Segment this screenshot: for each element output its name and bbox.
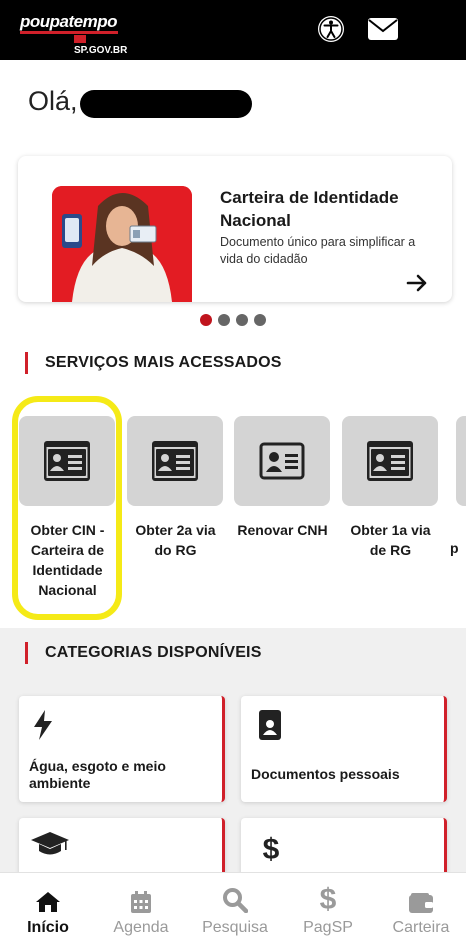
carousel-dot[interactable] [236,314,248,326]
carousel-dot[interactable] [254,314,266,326]
home-icon [3,885,93,913]
nav-label: Pesquisa [202,919,268,936]
cin-banner-card[interactable]: Carteira de Identidade Nacional Document… [18,156,452,302]
categories-section-title: CATEGORIAS DISPONÍVEIS [45,644,262,661]
category-label: Documentos pessoais [251,766,400,782]
service-next-peek[interactable] [456,416,466,506]
nav-pesquisa[interactable]: Pesquisa [190,885,280,937]
category-label: Água, esgoto e meio ambiente [29,758,166,791]
category-agua-esgoto[interactable]: Água, esgoto e meio ambiente [19,696,225,802]
service-next-peek-label: p [450,540,459,556]
nav-pagsp[interactable]: $ PagSP [283,883,373,937]
categories-section-header: CATEGORIAS DISPONÍVEIS [25,642,262,664]
graduation-cap-icon [31,832,69,855]
service-icon-box [234,416,330,506]
services-section-title: SERVIÇOS MAIS ACESSADOS [45,354,282,371]
banner-image [52,186,192,302]
nav-label: Início [27,919,69,936]
carousel-dot[interactable] [200,314,212,326]
service-obter-1a-via-rg[interactable]: Obter 1a via de RG [342,416,439,560]
id-card-icon [367,441,413,481]
service-icon-box [342,416,438,506]
search-icon [190,885,280,913]
carousel-dot[interactable] [218,314,230,326]
categories-area: CATEGORIAS DISPONÍVEIS Água, esgoto e me… [0,628,466,888]
arrow-right-icon [406,274,427,292]
poupatempo-logo[interactable]: poupatempo SP.GOV.BR [20,12,130,56]
mail-icon [368,18,398,40]
service-obter-cin[interactable]: Obter CIN - Carteira de Identidade Nacio… [19,416,116,600]
nav-agenda[interactable]: Agenda [96,885,186,937]
banner-title: Carteira de Identidade Nacional [220,188,399,230]
section-accent-bar [25,352,28,374]
greeting-text: Olá, [28,86,78,116]
nav-label: Agenda [113,919,169,936]
mail-button[interactable] [366,12,400,46]
nav-label: Carteira [392,919,450,936]
service-obter-2a-via-rg[interactable]: Obter 2a via do RG [127,416,224,560]
nav-carteira[interactable]: Carteira [376,885,466,937]
bottom-navigation: Início Agenda Pesquisa $ PagSP Carteira [0,872,466,947]
service-label: Renovar CNH [237,522,328,538]
services-section-header: SERVIÇOS MAIS ACESSADOS [25,352,282,374]
id-card-icon [44,441,90,481]
calendar-icon [96,885,186,913]
logo-sub: SP.GOV.BR [74,34,130,56]
category-icon [31,710,55,745]
banner-description: Documento único para simplificar a vida … [220,235,416,266]
dollar-icon: $ [283,883,373,913]
section-accent-bar [25,642,28,664]
badge-icon [259,710,281,740]
category-icon [259,710,281,745]
nav-inicio[interactable]: Início [3,885,93,937]
logo-text: poupatempo [20,12,118,31]
category-icon [31,832,69,861]
svg-text:$: $ [263,833,280,864]
dollar-icon: $ [263,833,280,866]
redacted-user-name [80,90,252,118]
service-renovar-cnh[interactable]: Renovar CNH [234,416,331,540]
banner-next-button[interactable] [406,274,428,292]
id-card-icon [152,441,198,481]
service-icon-box [19,416,115,506]
accessibility-button[interactable] [314,12,348,46]
service-label: Obter 1a via de RG [350,522,431,558]
id-card-outline-icon [259,442,305,480]
carousel-dots [200,314,266,326]
svg-text:$: $ [320,883,337,913]
service-icon-box [127,416,223,506]
lightning-icon [34,710,52,740]
category-icon: $ [261,832,281,869]
category-documentos-pessoais[interactable]: Documentos pessoais [241,696,447,802]
nav-label: PagSP [303,919,353,936]
wallet-icon [376,885,466,913]
top-bar: poupatempo SP.GOV.BR [0,0,466,60]
service-label: Obter CIN - Carteira de Identidade Nacio… [30,522,105,598]
service-label: Obter 2a via do RG [135,522,216,558]
accessibility-icon [318,16,344,42]
